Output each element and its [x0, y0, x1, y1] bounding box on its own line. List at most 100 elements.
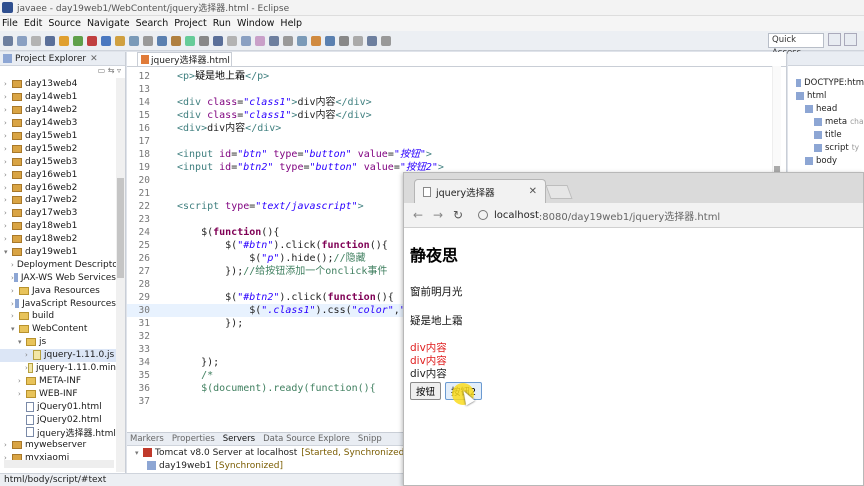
chevron-down-icon[interactable]: ▾ [11, 325, 19, 333]
toolbar-icon[interactable] [283, 35, 293, 46]
code-line[interactable]: 14 <div class="class1">div内容</div> [127, 96, 787, 109]
toolbar-icon[interactable] [129, 35, 139, 46]
browser-tab[interactable]: jquery选择器 ✕ [414, 179, 546, 203]
toolbar-icon[interactable] [269, 35, 279, 46]
chevron-right-icon[interactable]: › [4, 196, 12, 204]
toolbar-icon[interactable] [325, 35, 335, 46]
chevron-right-icon[interactable]: › [18, 377, 26, 385]
menu-item-search[interactable]: Search [136, 18, 169, 29]
toolbar-icon[interactable] [213, 35, 223, 46]
close-icon[interactable]: ✕ [90, 54, 98, 64]
toolbar-icon[interactable] [311, 35, 321, 46]
toolbar-icon[interactable] [31, 35, 41, 46]
toolbar-icon[interactable] [339, 35, 349, 46]
tree-item[interactable]: › day15web1 [0, 130, 116, 143]
outline-item[interactable]: title [788, 128, 864, 141]
chevron-right-icon[interactable]: › [11, 287, 19, 295]
tree-item[interactable]: › day14web1 [0, 91, 116, 104]
code-line[interactable]: 12 <p>疑是地上霜</p> [127, 70, 787, 83]
toolbar-icon[interactable] [101, 35, 111, 46]
tree-item[interactable]: › WEB-INF [0, 387, 116, 400]
perspective-java-icon[interactable] [844, 33, 857, 46]
chevron-right-icon[interactable]: › [11, 312, 19, 320]
tab-servers[interactable]: Servers [223, 434, 255, 444]
quick-access-input[interactable]: Quick Access [768, 33, 824, 58]
outline-item[interactable]: meta cha [788, 115, 864, 128]
forward-icon[interactable]: → [430, 208, 446, 222]
menu-item-navigate[interactable]: Navigate [87, 18, 130, 29]
code-line[interactable]: 16 <div>div内容</div> [127, 122, 787, 135]
toolbar-icon[interactable] [241, 35, 251, 46]
menu-item-source[interactable]: Source [48, 18, 81, 29]
scroll-thumb[interactable] [117, 178, 124, 278]
toolbar-icon[interactable] [367, 35, 377, 46]
toolbar-icon[interactable] [353, 35, 363, 46]
tree-item[interactable]: › day15web2 [0, 142, 116, 155]
tab-properties[interactable]: Properties [172, 434, 215, 444]
btn-button[interactable]: 按钮 [410, 382, 442, 400]
outline-item[interactable]: head [788, 102, 864, 115]
address-bar[interactable]: localhost :8080/day19web1/jquery选择器.html [478, 208, 720, 223]
outline-item[interactable]: DOCTYPE:htm [788, 76, 864, 89]
tree-item[interactable]: › Java Resources [0, 284, 116, 297]
toolbar-icon[interactable] [255, 35, 265, 46]
menu-item-run[interactable]: Run [213, 18, 231, 29]
chevron-right-icon[interactable]: › [25, 351, 33, 359]
toolbar-icon[interactable] [297, 35, 307, 46]
toolbar-icon[interactable] [199, 35, 209, 46]
editor-tab[interactable]: jquery选择器.html [137, 52, 232, 66]
chevron-right-icon[interactable]: › [11, 261, 14, 269]
toolbar-icon[interactable] [157, 35, 167, 46]
toolbar-icon[interactable] [227, 35, 237, 46]
tree-item[interactable]: › day17web3 [0, 207, 116, 220]
chevron-right-icon[interactable]: › [4, 209, 12, 217]
new-tab-button[interactable] [545, 185, 573, 199]
vertical-scrollbar[interactable] [116, 78, 125, 472]
tree-item[interactable]: jQuery02.html [0, 413, 116, 426]
outline-item[interactable]: html [788, 89, 864, 102]
chevron-down-icon[interactable]: ▾ [18, 338, 26, 346]
toolbar-icon[interactable] [87, 35, 97, 46]
tab-data-source-explore[interactable]: Data Source Explore [263, 434, 350, 444]
toolbar-icon[interactable] [59, 35, 69, 46]
menu-item-window[interactable]: Window [237, 18, 274, 29]
chevron-right-icon[interactable]: › [4, 235, 12, 243]
chevron-right-icon[interactable]: › [4, 158, 12, 166]
tree-item[interactable]: › JAX-WS Web Services [0, 271, 116, 284]
tree-item[interactable]: ▾ js [0, 336, 116, 349]
tree-item[interactable]: › day14web3 [0, 117, 116, 130]
tree-item[interactable]: › JavaScript Resources [0, 297, 116, 310]
chevron-right-icon[interactable]: › [4, 93, 12, 101]
toolbar-icon[interactable] [45, 35, 55, 46]
code-line[interactable]: 17 [127, 135, 787, 148]
code-line[interactable]: 15 <div class="class1">div内容</div> [127, 109, 787, 122]
tree-item[interactable]: › day14web2 [0, 104, 116, 117]
toolbar-icon[interactable] [143, 35, 153, 46]
tree-item[interactable]: › jquery-1.11.0.min [0, 362, 116, 375]
tree-item[interactable]: › day15web3 [0, 155, 116, 168]
toolbar-icon[interactable] [381, 35, 391, 46]
tree-item[interactable]: › Deployment Descripto [0, 258, 118, 271]
chevron-right-icon[interactable]: › [18, 390, 26, 398]
tab-snipp[interactable]: Snipp [358, 434, 382, 444]
toolbar-icon[interactable] [171, 35, 181, 46]
tree-item[interactable]: jQuery01.html [0, 400, 116, 413]
tab-markers[interactable]: Markers [130, 434, 164, 444]
chevron-down-icon[interactable]: ▾ [4, 248, 12, 256]
view-menu-icon[interactable]: ▭ ⇆ ▿ [98, 66, 121, 75]
chevron-right-icon[interactable]: › [4, 184, 12, 192]
chevron-right-icon[interactable]: › [4, 171, 12, 179]
menu-item-project[interactable]: Project [174, 18, 207, 29]
chevron-right-icon[interactable]: › [4, 132, 12, 140]
tree-item[interactable]: › day13web4 [0, 78, 116, 91]
chevron-right-icon[interactable]: › [4, 119, 12, 127]
tree-item[interactable]: › META-INF [0, 374, 116, 387]
menu-item-help[interactable]: Help [280, 18, 302, 29]
tree-item[interactable]: › build [0, 310, 116, 323]
tree-item[interactable]: › day16web1 [0, 168, 116, 181]
horizontal-scrollbar[interactable] [4, 460, 114, 468]
reload-icon[interactable]: ↻ [450, 208, 466, 222]
tree-item[interactable]: › day16web2 [0, 181, 116, 194]
chevron-right-icon[interactable]: › [4, 80, 12, 88]
chevron-right-icon[interactable]: › [4, 145, 12, 153]
